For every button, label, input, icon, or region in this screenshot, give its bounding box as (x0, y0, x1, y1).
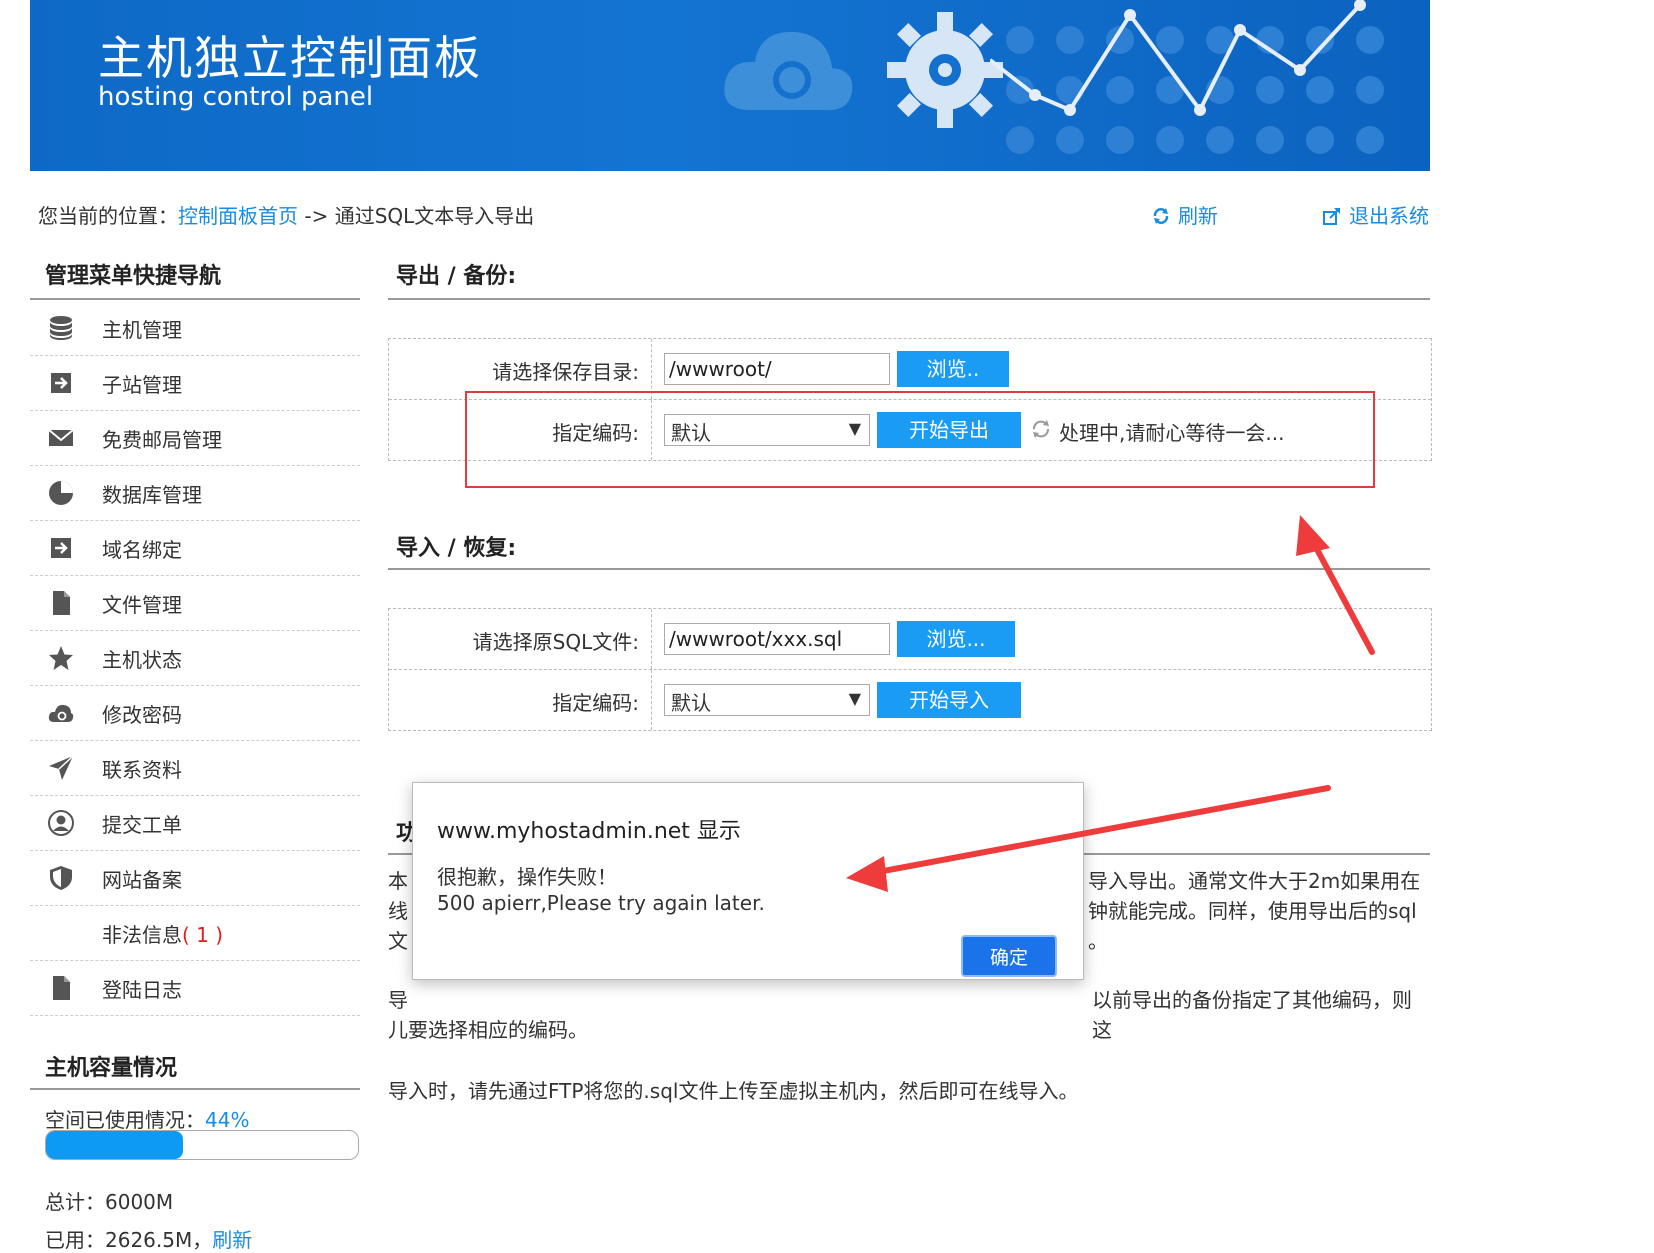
usage-refresh-link[interactable]: 刷新 (212, 1228, 252, 1252)
illegal-info-count: ( 1 ) (182, 923, 224, 947)
breadcrumb-separator: -> (298, 204, 335, 228)
export-section-title: 导出 / 备份: (396, 264, 517, 289)
start-import-button[interactable]: 开始导入 (877, 682, 1021, 718)
database-icon (50, 316, 72, 340)
usage-title: 主机容量情况 (45, 1056, 178, 1081)
import-section-title: 导入 / 恢复: (396, 536, 517, 561)
sidebar-item-icp[interactable]: 网站备案 (30, 850, 360, 906)
dialog-message-line1: 很抱歉，操作失败！ (437, 865, 617, 889)
logout-label: 退出系统 (1349, 204, 1429, 228)
sidebar-item-label: 修改密码 (102, 703, 182, 727)
sidebar-item-mail[interactable]: 免费邮局管理 (30, 410, 360, 466)
breadcrumb: 您当前的位置：控制面板首页 -> 通过SQL文本导入导出 (38, 200, 534, 229)
breadcrumb-prefix: 您当前的位置： (38, 204, 178, 228)
usage-total: 总计：6000M (45, 1190, 174, 1214)
arrow-box-icon (51, 538, 71, 558)
file-icon (53, 976, 70, 1000)
import-file-input[interactable] (664, 623, 890, 655)
usage-line: 空间已使用情况：44% (45, 1104, 249, 1133)
export-browse-button[interactable]: 浏览.. (897, 351, 1009, 387)
info-paragraph-4b: 儿要选择相应的编码。 (388, 1018, 588, 1042)
import-file-row: 请选择原SQL文件: 浏览... (389, 609, 1431, 670)
dialog-ok-button[interactable]: 确定 (961, 935, 1057, 977)
sidebar-item-label: 登陆日志 (102, 978, 182, 1002)
usage-percent: 44% (205, 1108, 250, 1132)
sidebar-item-label: 文件管理 (102, 593, 182, 617)
export-dir-input[interactable] (664, 353, 890, 385)
file-icon (53, 591, 70, 615)
sidebar-item-password[interactable]: 修改密码 (30, 685, 360, 741)
logout-icon (1323, 208, 1340, 225)
line-chart-decoration (990, 0, 1384, 154)
sidebar-item-label: 免费邮局管理 (102, 428, 222, 452)
breadcrumb-home-link[interactable]: 控制面板首页 (178, 204, 298, 228)
sidebar-item-subsite[interactable]: 子站管理 (30, 355, 360, 411)
export-dir-label: 请选择保存目录: (492, 360, 639, 384)
sidebar-item-label: 主机状态 (102, 648, 182, 672)
import-file-label: 请选择原SQL文件: (472, 630, 639, 654)
usage-progress-fill (46, 1131, 184, 1159)
usage-used: 已用：2626.5M，刷新 (45, 1228, 253, 1252)
sidebar-item-label: 数据库管理 (102, 483, 202, 507)
import-browse-button[interactable]: 浏览... (897, 621, 1015, 657)
star-icon (49, 646, 73, 670)
sidebar-item-illegal-info[interactable]: 非法信息( 1 ) (30, 905, 360, 961)
import-encoding-row: 指定编码: 默认 ▼ 开始导入 (389, 670, 1431, 730)
sidebar-item-login-log[interactable]: 登陆日志 (30, 960, 360, 1016)
annotation-arrowhead-up (1296, 515, 1330, 556)
sidebar-item-host[interactable]: 主机管理 (30, 300, 360, 356)
sidebar-item-label: 网站备案 (102, 868, 182, 892)
sidebar-item-label: 联系资料 (102, 758, 182, 782)
cloud-refresh-icon (724, 31, 853, 111)
alert-dialog: www.myhostadmin.net 显示 很抱歉，操作失败！ 500 api… (412, 782, 1084, 980)
shield-icon (50, 866, 72, 890)
form-divider (651, 670, 652, 730)
pie-chart-icon (49, 481, 73, 505)
dialog-message-line2: 500 apierr,Please try again later. (437, 891, 765, 915)
import-encoding-select[interactable]: 默认 ▼ (664, 684, 870, 716)
sidebar-item-database[interactable]: 数据库管理 (30, 465, 360, 521)
cloud-icon (48, 704, 74, 722)
usage-progress-bar (45, 1130, 359, 1160)
mail-icon (48, 429, 74, 446)
sidebar-item-label: 主机管理 (102, 318, 182, 342)
refresh-icon (1153, 208, 1169, 224)
user-icon (48, 810, 74, 836)
sidebar-item-label: 提交工单 (102, 813, 182, 837)
usage-divider (30, 1088, 360, 1090)
banner-title: 主机独立控制面板 (98, 31, 482, 85)
logout-link[interactable]: 退出系统 (1323, 200, 1429, 229)
export-divider (388, 298, 1430, 300)
arrow-box-icon (51, 373, 71, 393)
sidebar-item-files[interactable]: 文件管理 (30, 575, 360, 631)
import-form: 请选择原SQL文件: 浏览... 指定编码: 默认▼ 开始导入 (388, 608, 1432, 731)
breadcrumb-current: 通过SQL文本导入导出 (334, 204, 535, 228)
refresh-link[interactable]: 刷新 (1152, 200, 1218, 229)
header-banner: 主机独立控制面板 hosting control panel (30, 0, 1430, 171)
sidebar-item-domain[interactable]: 域名绑定 (30, 520, 360, 576)
info-paragraph-4: 导以前导出的备份指定了其他编码，则这 (388, 988, 1412, 1042)
info-paragraph-5: 导入时，请先通过FTP将您的.sql文件上传至虚拟主机内，然后即可在线导入。 (388, 1079, 1079, 1103)
sidebar-item-ticket[interactable]: 提交工单 (30, 795, 360, 851)
import-encoding-label: 指定编码: (552, 691, 639, 715)
form-divider (651, 339, 652, 399)
highlight-box (465, 391, 1375, 488)
sidebar-item-status[interactable]: 主机状态 (30, 630, 360, 686)
sidebar-item-contact[interactable]: 联系资料 (30, 740, 360, 796)
banner-subtitle: hosting control panel (98, 82, 374, 112)
gear-icon (887, 12, 1003, 128)
usage-label: 空间已使用情况： (45, 1108, 205, 1132)
dropdown-arrow-icon: ▼ (848, 689, 861, 708)
sidebar-item-label: 非法信息( 1 ) (102, 923, 224, 947)
import-divider (388, 568, 1430, 570)
sidebar-item-label: 子站管理 (102, 373, 182, 397)
sidebar-item-label: 域名绑定 (102, 538, 182, 562)
sidebar-title: 管理菜单快捷导航 (45, 264, 222, 289)
form-divider (651, 609, 652, 669)
refresh-label: 刷新 (1178, 204, 1218, 228)
send-icon (49, 755, 74, 780)
dialog-title: www.myhostadmin.net 显示 (437, 819, 741, 844)
